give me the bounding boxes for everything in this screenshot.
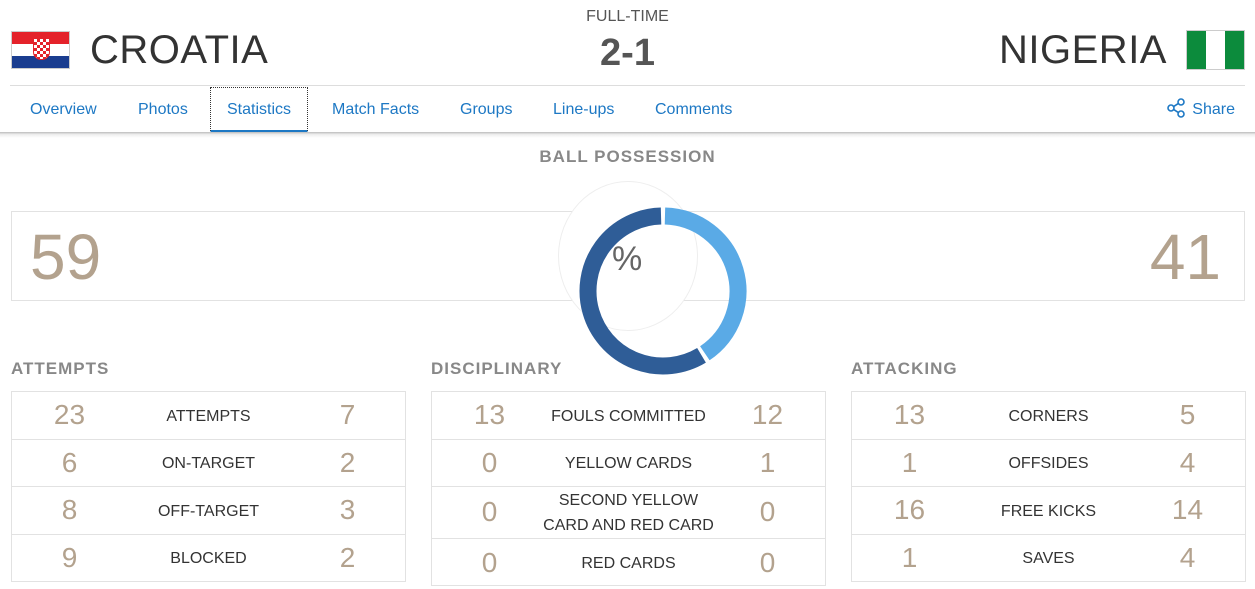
table-row: 6 ON-TARGET 2 [12, 440, 405, 487]
stat-label: FREE KICKS [1000, 503, 1097, 520]
away-value: 2 [339, 447, 356, 478]
stat-label: CORNERS [1008, 408, 1089, 425]
table-row: 0 RED CARDS 0 [432, 539, 825, 585]
away-value: 5 [1179, 399, 1196, 430]
table-row: 13 FOULS COMMITTED 12 [432, 392, 825, 440]
table-row: 1 OFFSIDES 4 [852, 440, 1245, 487]
ball-possession-title: BALL POSSESSION [539, 147, 716, 166]
tab-statistics[interactable]: Statistics [210, 87, 309, 133]
stat-label: OFF-TARGET [157, 503, 260, 520]
share-button[interactable]: Share [1166, 86, 1235, 133]
tab-photos[interactable]: Photos [138, 86, 188, 133]
stat-label: OFFSIDES [1008, 455, 1089, 472]
stat-label: SECOND YELLOW CARD AND RED CARD [543, 492, 714, 534]
possession-percent-symbol: % [612, 240, 643, 278]
away-value: 14 [1171, 494, 1204, 525]
tab-overview[interactable]: Overview [30, 86, 97, 133]
possession-away-value: 41 [1149, 221, 1221, 293]
stat-label: ON-TARGET [161, 455, 256, 472]
match-nav: Overview Photos Statistics Match Facts G… [10, 85, 1245, 133]
table-row: 23 ATTEMPTS 7 [12, 392, 405, 440]
away-value: 4 [1179, 542, 1196, 573]
away-value: 0 [759, 496, 776, 527]
attempts-table: 23 ATTEMPTS 7 6 ON-TARGET 2 8 OFF-TARGET… [11, 391, 406, 582]
home-value: 0 [481, 547, 498, 578]
share-icon [1167, 97, 1186, 118]
away-value: 7 [339, 399, 356, 430]
stat-label: RED CARDS [581, 555, 676, 572]
possession-home-arc [579, 207, 706, 375]
table-row: 0 SECOND YELLOW CARD AND RED CARD 0 [432, 487, 825, 539]
table-row: 9 BLOCKED 2 [12, 535, 405, 582]
attempts-title: ATTEMPTS [11, 359, 110, 378]
away-value: 1 [759, 447, 776, 478]
home-value: 13 [473, 399, 506, 430]
tab-match-facts[interactable]: Match Facts [332, 86, 419, 133]
possession-donut [579, 207, 747, 375]
share-label: Share [1192, 101, 1235, 118]
away-value: 0 [759, 547, 776, 578]
home-value: 0 [481, 496, 498, 527]
home-value: 23 [53, 399, 86, 430]
away-value: 2 [339, 542, 356, 573]
away-team-name[interactable]: NIGERIA [999, 28, 1167, 73]
home-value: 8 [61, 494, 78, 525]
stat-label: SAVES [1022, 550, 1075, 567]
tab-line-ups[interactable]: Line-ups [553, 86, 614, 133]
nav-divider [0, 132, 1255, 138]
attacking-table: 13 CORNERS 5 1 OFFSIDES 4 16 FREE KICKS … [851, 391, 1246, 582]
possession-home-value: 59 [30, 221, 102, 293]
tab-groups[interactable]: Groups [460, 86, 512, 133]
home-value: 9 [61, 542, 78, 573]
stat-label: YELLOW CARDS [564, 455, 693, 472]
home-value: 16 [893, 494, 926, 525]
home-value: 13 [893, 399, 926, 430]
home-value: 0 [481, 447, 498, 478]
away-value: 12 [751, 399, 784, 430]
home-value: 1 [901, 447, 918, 478]
possession-away-arc [664, 207, 747, 361]
attacking-title: ATTACKING [851, 359, 958, 378]
away-value: 3 [339, 494, 356, 525]
home-value: 6 [61, 447, 78, 478]
home-value: 1 [901, 542, 918, 573]
stat-label: FOULS COMMITTED [551, 408, 706, 425]
table-row: 13 CORNERS 5 [852, 392, 1245, 440]
table-row: 16 FREE KICKS 14 [852, 487, 1245, 535]
table-row: 1 SAVES 4 [852, 535, 1245, 582]
match-status: FULL-TIME [586, 8, 669, 25]
stat-label: BLOCKED [170, 550, 247, 567]
disciplinary-table: 13 FOULS COMMITTED 12 0 YELLOW CARDS 1 0… [431, 391, 826, 586]
table-row: 8 OFF-TARGET 3 [12, 487, 405, 535]
tab-comments[interactable]: Comments [655, 86, 732, 133]
away-value: 4 [1179, 447, 1196, 478]
table-row: 0 YELLOW CARDS 1 [432, 440, 825, 487]
nigeria-flag-icon [1186, 30, 1245, 70]
match-header: CROATIA FULL-TIME 2-1 NIGERIA [0, 0, 1255, 86]
disciplinary-title: DISCIPLINARY [431, 359, 563, 378]
stat-label: ATTEMPTS [166, 408, 251, 425]
